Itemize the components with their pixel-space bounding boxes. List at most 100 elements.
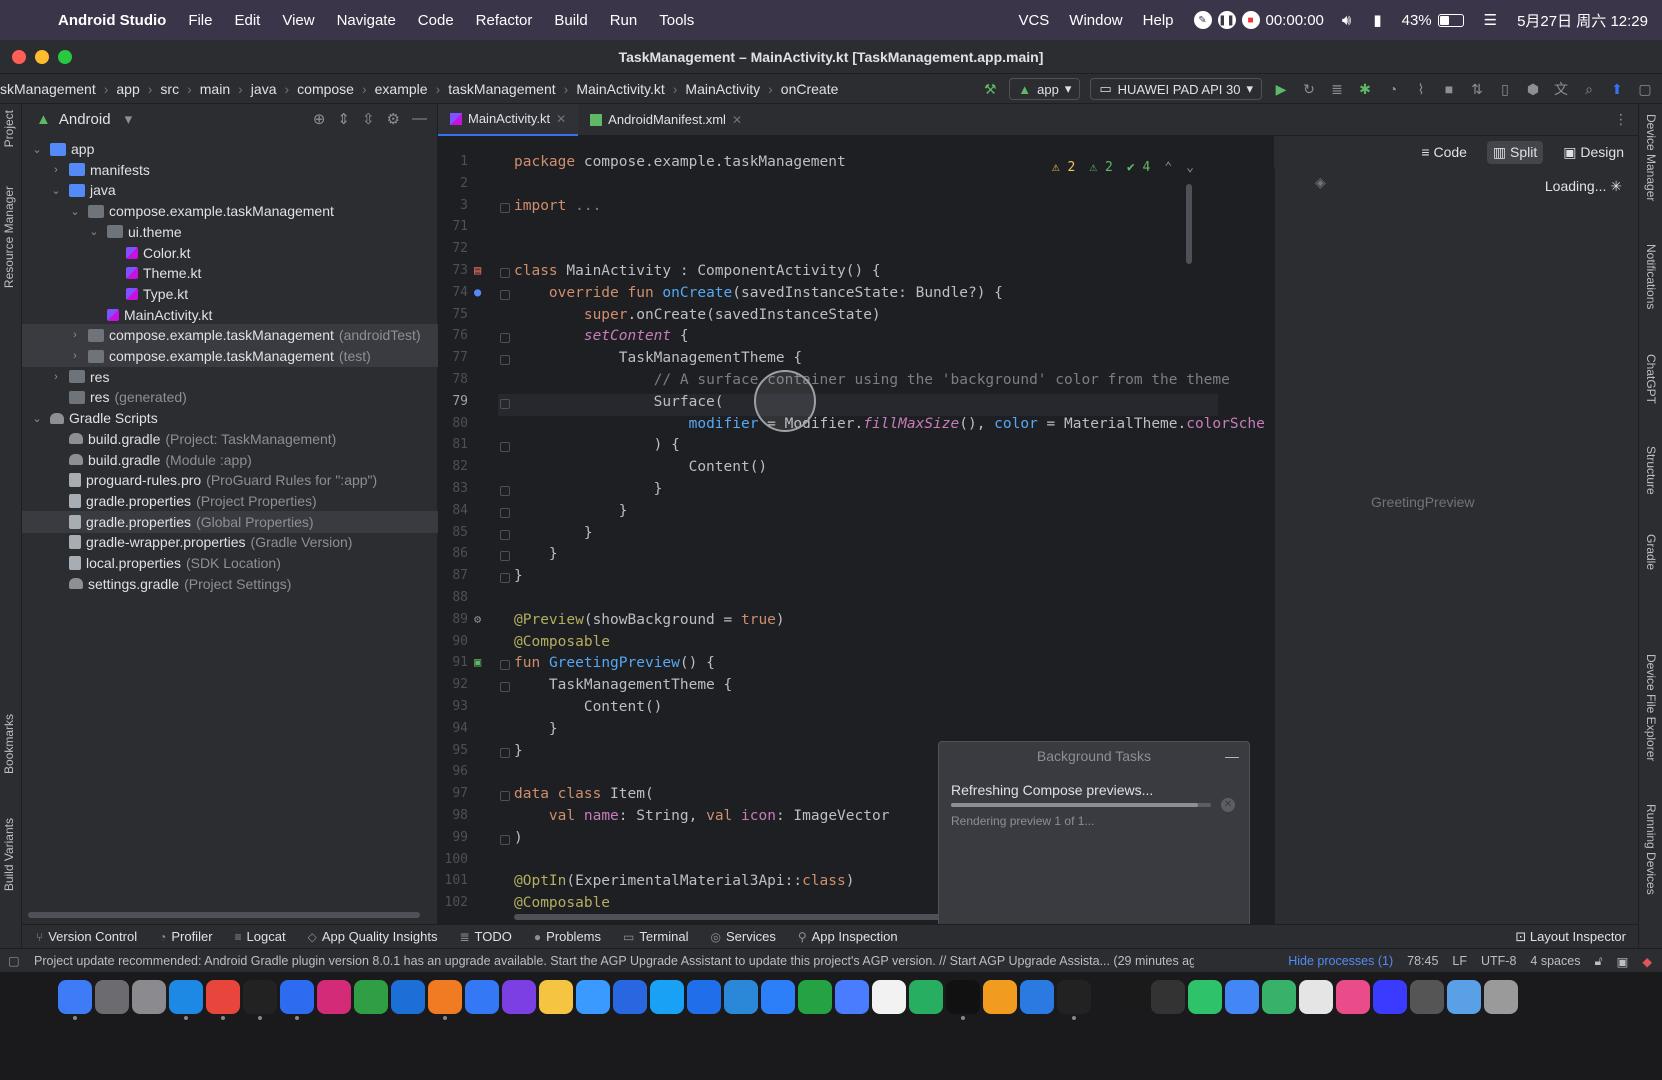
class-run-icon[interactable]: ▤ [474,263,481,277]
tree-item[interactable]: MainActivity.kt [22,304,438,326]
code-line[interactable]: @Preview(showBackground = true) [514,612,785,628]
code-line[interactable]: Surface( [514,394,724,410]
fold-marker-icon[interactable] [500,333,510,344]
code-line[interactable]: } [514,503,628,519]
dock-app-icon[interactable] [576,980,610,1014]
breadcrumb-item[interactable]: MainActivity.kt [576,81,664,97]
dock-app-icon[interactable] [391,980,425,1014]
user-icon[interactable]: ▮ [1373,11,1381,29]
file-encoding[interactable]: UTF-8 [1481,954,1516,968]
dock-app-icon[interactable] [983,980,1017,1014]
override-marker-icon[interactable]: ● [474,285,481,299]
menu-refactor[interactable]: Refactor [476,12,533,29]
tool-tab-todo[interactable]: ≣ TODO [459,929,511,944]
code-line[interactable]: ) { [514,437,680,453]
tree-item[interactable]: res (generated) [22,386,438,408]
tool-tab-services[interactable]: ◎ Services [710,929,775,944]
translate-icon[interactable]: 文 [1552,80,1570,98]
editor-tab[interactable]: AndroidManifest.xml ✕ [578,104,754,136]
code-line[interactable]: package compose.example.taskManagement [514,154,846,170]
code-line[interactable]: fun GreetingPreview() { [514,655,715,671]
volume-icon[interactable]: 🔊︎ [1342,12,1351,29]
chevron-down-icon[interactable]: ⌄ [30,412,44,425]
minimize-window-button[interactable] [35,50,49,64]
menu-build[interactable]: Build [554,12,587,29]
code-line[interactable]: super.onCreate(savedInstanceState) [514,307,881,323]
tree-item[interactable]: settings.gradle (Project Settings) [22,573,438,595]
tree-item[interactable]: ⌄ Gradle Scripts [22,407,438,429]
code-mode-button[interactable]: ≡ Code [1415,141,1473,163]
sdk-manager-icon[interactable]: ⬢ [1524,80,1542,98]
breadcrumb-item[interactable]: compose [297,81,354,97]
chevron-down-icon[interactable]: ⌄ [87,225,101,238]
tree-item[interactable]: ⌄ compose.example.taskManagement [22,200,438,222]
next-highlight-icon[interactable]: ⌄ [1186,160,1194,175]
code-line[interactable]: // A surface container using the 'backgr… [514,372,1230,388]
menu-vcs[interactable]: VCS [1018,12,1049,29]
menu-navigate[interactable]: Navigate [337,12,396,29]
apply-changes-icon[interactable]: ≣ [1328,80,1346,98]
close-window-button[interactable] [12,50,26,64]
collapse-all-icon[interactable]: ⇳ [362,110,375,128]
tree-item[interactable]: › res [22,366,438,388]
code-line[interactable]: @Composable [514,895,610,911]
dock-app-icon[interactable] [502,980,536,1014]
zoom-window-button[interactable] [58,50,72,64]
code-line[interactable]: Content() [514,699,663,715]
fold-marker-icon[interactable] [500,682,510,693]
tree-item[interactable]: › compose.example.taskManagement (androidT… [22,324,438,347]
code-line[interactable]: } [514,525,593,541]
tree-item[interactable]: Type.kt [22,283,438,305]
breadcrumb-item[interactable]: MainActivity [685,81,760,97]
code-line[interactable]: } [514,568,523,584]
notifications-tool-tab[interactable]: Notifications [1644,244,1658,309]
close-tab-icon[interactable]: ✕ [556,112,566,126]
chevron-right-icon[interactable]: › [68,329,82,341]
chevron-down-icon[interactable]: ⌄ [30,143,44,156]
stop-icon[interactable]: ■ [1241,11,1260,29]
code-line[interactable]: setContent { [514,328,689,344]
chevron-down-icon[interactable]: ▾ [125,110,133,128]
code-line[interactable]: @Composable [514,634,610,650]
sync-gradle-icon[interactable]: ⇅ [1468,80,1486,98]
toggle-tool-windows-icon[interactable]: ▢ [8,953,20,968]
dock-app-icon[interactable] [687,980,721,1014]
project-tool-tab[interactable]: Project [2,110,16,147]
dock-app-icon[interactable] [206,980,240,1020]
pause-icon[interactable]: ❚❚ [1217,11,1236,29]
fold-marker-icon[interactable] [500,660,510,671]
cancel-task-icon[interactable]: ✕ [1221,798,1235,812]
menu-tools[interactable]: Tools [659,12,694,29]
fold-marker-icon[interactable] [500,791,510,802]
preview-settings-icon[interactable]: ⚙ [474,612,481,626]
dock-app-icon[interactable] [169,980,203,1020]
tree-item[interactable]: ⌄ java [22,179,438,201]
dock-app-icon[interactable] [1020,980,1054,1014]
run-icon[interactable]: ▶ [1272,80,1290,98]
code-line[interactable]: modifier = Modifier.fillMaxSize(), color… [514,416,1265,432]
dock-app-icon[interactable] [650,980,684,1014]
code-line[interactable]: TaskManagementTheme { [514,350,802,366]
lock-icon[interactable]: 🔓︎ [1594,954,1602,969]
resource-manager-tool-tab[interactable]: Resource Manager [2,186,16,288]
tree-item[interactable]: proguard-rules.pro (ProGuard Rules for ":… [22,469,438,491]
breadcrumb-item[interactable]: taskManagement [448,81,555,97]
dock-app-icon[interactable] [58,980,92,1020]
fold-marker-icon[interactable] [500,551,510,562]
tree-item[interactable]: build.gradle (Module :app) [22,449,438,471]
prev-highlight-icon[interactable]: ⌃ [1164,160,1172,175]
status-message[interactable]: Project update recommended: Android Grad… [34,954,1194,968]
tool-tab-profiler[interactable]: ◔ Profiler [159,929,212,944]
project-horizontal-scrollbar[interactable] [28,912,420,918]
hide-panel-icon[interactable]: — [412,110,427,128]
dock-app-icon[interactable] [428,980,462,1020]
code-line[interactable]: @OptIn(ExperimentalMaterial3Api::class) [514,873,854,889]
breadcrumb-item[interactable]: example [375,81,428,97]
tree-item[interactable]: local.properties (SDK Location) [22,552,438,574]
code-line[interactable]: data class Item( [514,786,654,802]
tool-tab-problems[interactable]: ● Problems [534,929,601,944]
fold-marker-icon[interactable] [500,398,510,409]
code-line[interactable]: ) [514,830,523,846]
line-separator[interactable]: LF [1452,954,1467,968]
layers-icon[interactable]: ◈ [1315,174,1326,191]
